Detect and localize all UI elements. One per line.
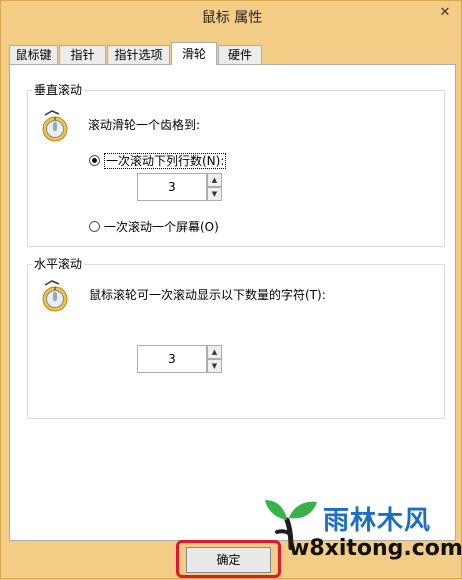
lines-count-spinner: ▲ ▼ (207, 173, 222, 201)
chars-down-button[interactable]: ▼ (207, 359, 222, 373)
lines-count-input[interactable]: 3 (137, 173, 207, 201)
vertical-intro-text: 滚动滑轮一个齿格到: (88, 118, 201, 132)
title-bar[interactable]: 鼠标 属性 ✕ (1, 1, 462, 35)
lines-up-button[interactable]: ▲ (207, 173, 222, 187)
scroll-screen-label[interactable]: 一次滚动一个屏幕(O) (104, 218, 219, 235)
window-title: 鼠标 属性 (201, 10, 263, 26)
mouse-properties-window: 鼠标 属性 ✕ 鼠标键 指针 指针选项 滑轮 硬件 垂直滚动 滚动滑轮一个齿格到… (0, 0, 462, 579)
close-icon: ✕ (439, 5, 451, 20)
vertical-scrolling-group: 垂直滚动 滚动滑轮一个齿格到: 一次滚动下列行数(N): 3 ▲ ▼ 一次滚动一… (27, 82, 445, 247)
tab-pointer-options[interactable]: 指针选项 (107, 45, 170, 64)
wheel-tab-panel: 垂直滚动 滚动滑轮一个齿格到: 一次滚动下列行数(N): 3 ▲ ▼ 一次滚动一… (9, 64, 456, 541)
close-button[interactable]: ✕ (431, 2, 459, 24)
horizontal-intro-text: 鼠标滚轮可一次滚动显示以下数量的字符(T): (89, 288, 326, 302)
scroll-lines-radio[interactable] (89, 155, 100, 166)
chars-count-spinner: ▲ ▼ (207, 345, 222, 373)
horizontal-scrolling-group: 水平滚动 鼠标滚轮可一次滚动显示以下数量的字符(T): 3 ▲ ▼ (27, 256, 445, 419)
scroll-screen-radio[interactable] (89, 221, 100, 232)
vertical-scrolling-title: 垂直滚动 (32, 82, 85, 98)
mouse-wheel-tilt-icon (42, 280, 68, 312)
tab-pointers[interactable]: 指针 (59, 45, 106, 64)
lines-down-button[interactable]: ▼ (207, 187, 222, 201)
scroll-lines-label[interactable]: 一次滚动下列行数(N): (104, 152, 227, 169)
tab-wheel[interactable]: 滑轮 (171, 42, 217, 65)
chars-up-button[interactable]: ▲ (207, 345, 222, 359)
tab-buttons[interactable]: 鼠标键 (9, 45, 58, 64)
chars-count-input[interactable]: 3 (137, 345, 207, 373)
ok-button-highlight (176, 540, 281, 578)
horizontal-scrolling-title: 水平滚动 (32, 256, 85, 272)
mouse-wheel-icon (42, 110, 68, 142)
tab-hardware[interactable]: 硬件 (218, 45, 262, 64)
